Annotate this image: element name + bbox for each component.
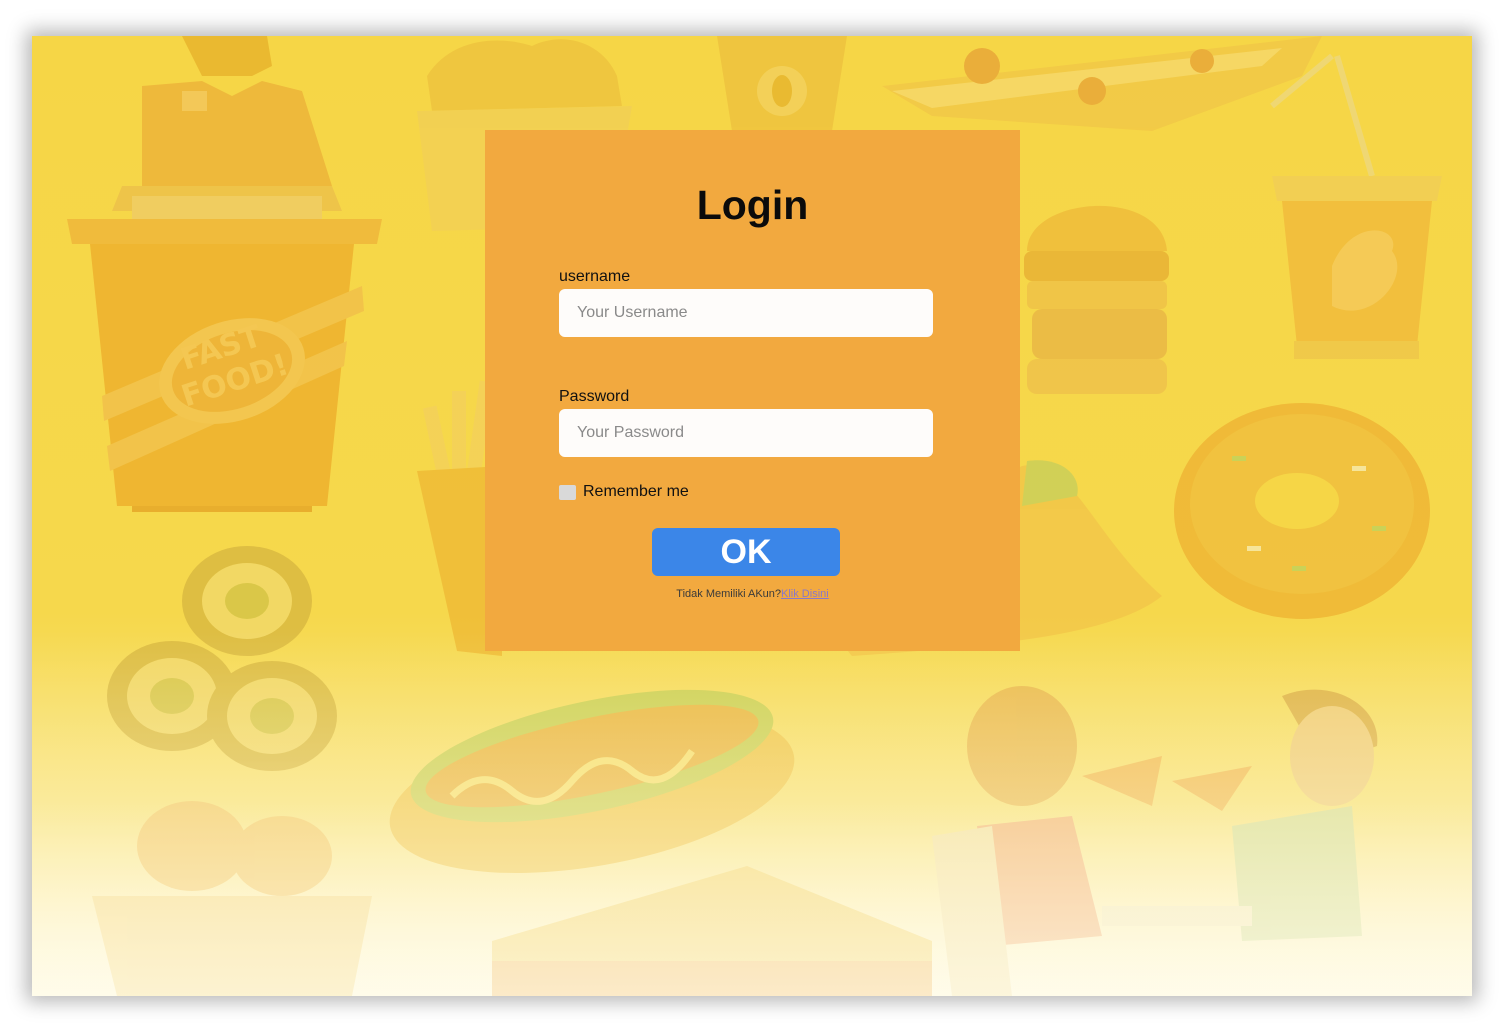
username-label: username bbox=[559, 268, 631, 285]
username-input[interactable] bbox=[559, 289, 933, 337]
password-input[interactable] bbox=[559, 409, 933, 457]
burger-illustration bbox=[1024, 205, 1169, 394]
sandwich-illustration bbox=[492, 866, 932, 996]
ok-button[interactable]: OK bbox=[652, 528, 840, 576]
signup-prompt: Tidak Memiliki AKun?Klik Disini bbox=[485, 588, 1020, 600]
pizza-slice-illustration bbox=[882, 36, 1322, 131]
remember-me-label: Remember me bbox=[583, 483, 689, 500]
login-card: Login username Password Remember me OK T… bbox=[485, 130, 1020, 651]
soda-cup-illustration bbox=[1270, 53, 1442, 359]
password-label: Password bbox=[559, 388, 630, 405]
cashier-illustration: FAST FOOD! bbox=[67, 36, 382, 512]
chicken-bucket-illustration bbox=[92, 801, 372, 996]
signup-link[interactable]: Klik Disini bbox=[781, 588, 829, 600]
remember-me-checkbox[interactable] bbox=[559, 484, 576, 500]
sushi-rolls-illustration bbox=[107, 546, 337, 771]
couple-eating-pizza-illustration bbox=[932, 686, 1378, 996]
donut-illustration bbox=[1174, 403, 1430, 619]
login-title: Login bbox=[696, 182, 809, 228]
page-frame: FAST FOOD! Login username Your Username … bbox=[32, 36, 1472, 996]
signup-prompt-text: Tidak Memiliki AKun? bbox=[676, 588, 782, 600]
hotdog-illustration bbox=[389, 689, 795, 873]
coffee-cup-illustration bbox=[717, 36, 847, 131]
remember-me-row[interactable]: Remember me bbox=[559, 483, 689, 501]
